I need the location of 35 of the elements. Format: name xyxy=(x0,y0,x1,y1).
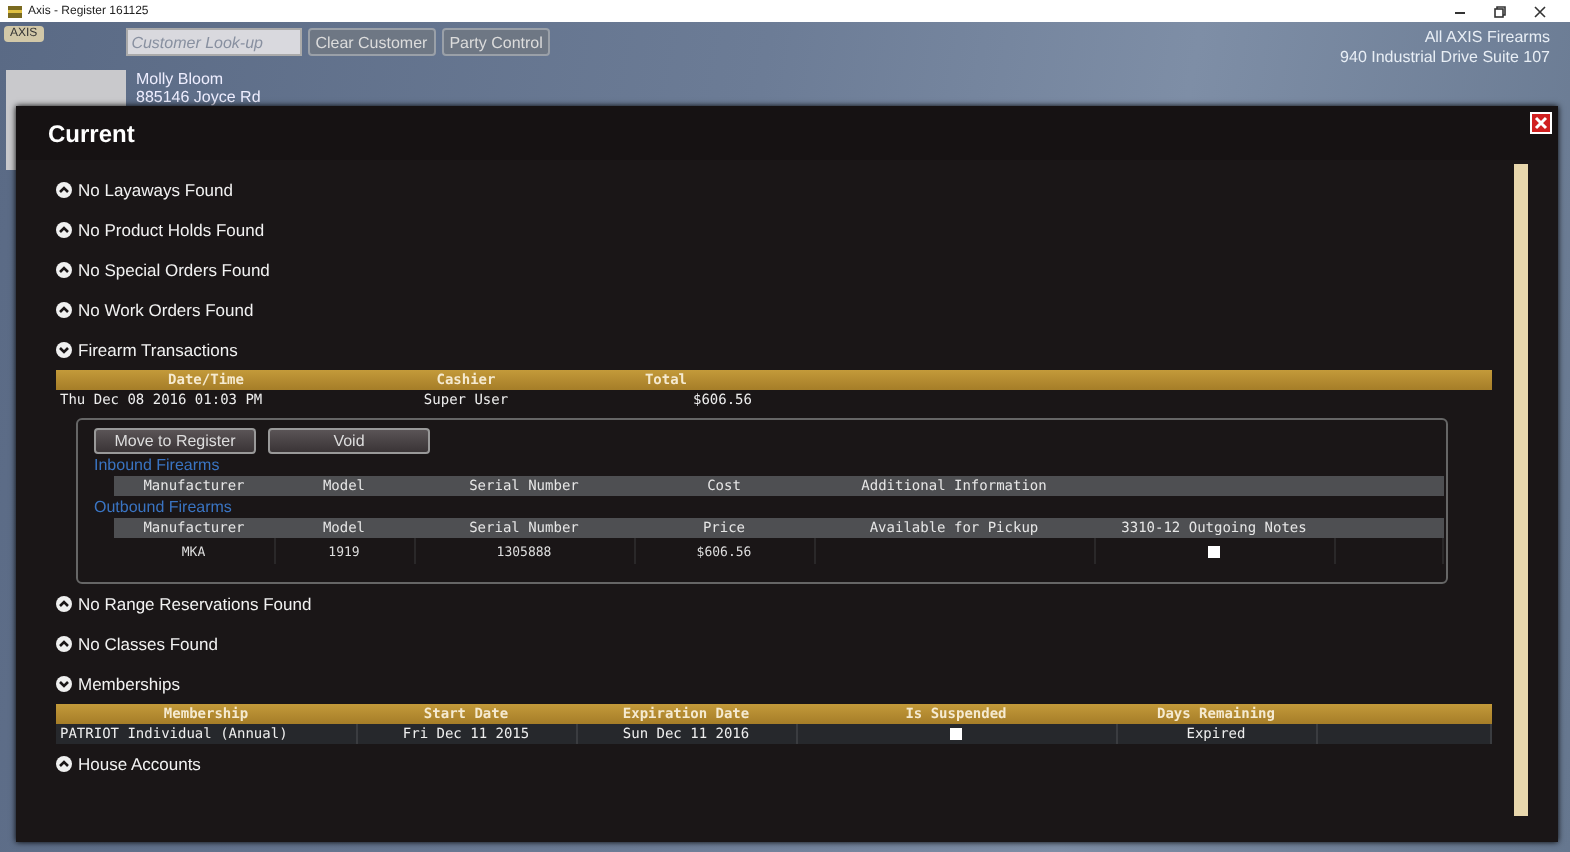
expand-icon[interactable] xyxy=(56,636,72,652)
expand-icon[interactable] xyxy=(56,262,72,278)
restore-icon[interactable] xyxy=(1494,5,1506,17)
expand-icon[interactable] xyxy=(56,182,72,198)
subsection-title: Outbound Firearms xyxy=(94,498,232,516)
dialog-title: Current xyxy=(48,119,135,147)
subsection-title: Inbound Firearms xyxy=(94,456,220,474)
section-heading[interactable]: Memberships xyxy=(78,674,181,694)
expand-icon[interactable] xyxy=(56,302,72,318)
expand-icon[interactable] xyxy=(56,596,72,612)
section-heading[interactable]: No Range Reservations Found xyxy=(78,594,312,614)
expand-icon[interactable] xyxy=(56,756,72,772)
action-button[interactable]: Move to Register xyxy=(94,428,256,454)
section-heading[interactable]: No Layaways Found xyxy=(78,180,233,200)
customer-address: 885146 Joyce Rd xyxy=(136,88,261,106)
app-icon xyxy=(8,5,22,17)
checkbox[interactable] xyxy=(1208,545,1220,558)
section-heading[interactable]: No Product Holds Found xyxy=(78,220,265,240)
customer-lookup-field[interactable]: Customer Look-up xyxy=(125,28,302,56)
checkbox[interactable] xyxy=(950,728,962,741)
close-button[interactable] xyxy=(1530,112,1552,134)
action-button[interactable]: Void xyxy=(268,428,430,454)
customer-name: Molly Bloom xyxy=(136,70,226,88)
collapse-icon[interactable] xyxy=(56,342,72,358)
store-name: All AXIS Firearms xyxy=(1422,28,1550,48)
section-heading[interactable]: No Work Orders Found xyxy=(78,300,254,320)
store-address: 940 Industrial Drive Suite 107 xyxy=(1340,48,1550,68)
collapse-icon[interactable] xyxy=(56,676,72,692)
scrollbar[interactable] xyxy=(1514,164,1528,816)
section-heading[interactable]: No Special Orders Found xyxy=(78,260,270,280)
section-heading[interactable]: No Classes Found xyxy=(78,634,218,654)
section-heading[interactable]: Firearm Transactions xyxy=(78,340,238,360)
expand-icon[interactable] xyxy=(56,222,72,238)
close-icon[interactable] xyxy=(1534,5,1546,17)
section-heading[interactable]: House Accounts xyxy=(78,754,201,774)
